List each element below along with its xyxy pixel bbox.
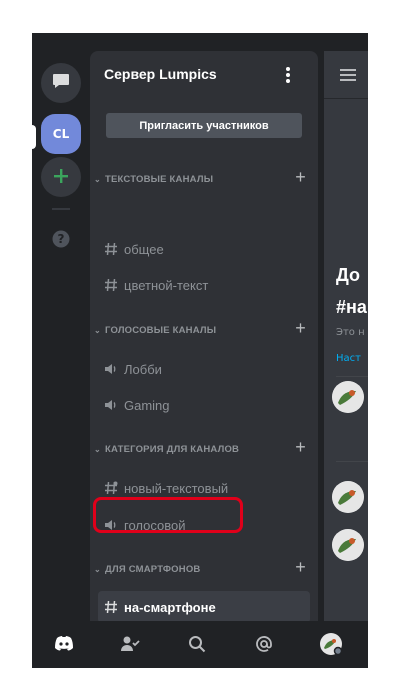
channel-label: голосовой	[124, 517, 186, 533]
channel-label: новый-текстовый	[124, 480, 229, 496]
bottom-navigation	[32, 621, 368, 668]
category-label: Текстовые каналы	[105, 173, 214, 185]
hash-icon	[104, 600, 120, 614]
hash-icon	[104, 242, 120, 256]
speaker-icon	[104, 398, 120, 412]
chat-area-peek: До #на Это н Наст	[324, 51, 368, 621]
speaker-icon	[104, 362, 120, 376]
category-label: Категория для каналов	[105, 443, 240, 455]
phone-screen: CL ? Сервер Lumpics Пригласить участнико…	[32, 33, 368, 668]
add-server-button[interactable]	[41, 157, 81, 197]
chat-bubble-icon	[52, 73, 70, 93]
channel-label: общее	[124, 241, 164, 257]
category-label: Голосовые каналы	[105, 324, 217, 336]
channel-label: Лобби	[124, 361, 162, 377]
chat-divider	[324, 98, 368, 99]
help-button[interactable]: ?	[41, 221, 81, 261]
server-icon-cl[interactable]: CL	[41, 114, 81, 154]
channel-lobbi[interactable]: Лобби	[98, 353, 310, 385]
server-menu-icon[interactable]	[286, 67, 292, 83]
direct-messages-button[interactable]	[41, 63, 81, 103]
invite-members-button[interactable]: Пригласить участников	[106, 113, 302, 138]
locked-speaker-icon	[104, 518, 120, 532]
chevron-down-icon: ⌄	[94, 325, 101, 335]
locked-hash-icon	[104, 481, 120, 495]
hamburger-menu-icon[interactable]	[340, 69, 356, 84]
discord-home-icon[interactable]	[53, 633, 75, 655]
hash-icon	[104, 278, 120, 292]
chevron-down-icon: ⌄	[94, 564, 101, 574]
user-avatar[interactable]	[332, 381, 364, 413]
welcome-subtitle: Это н	[336, 327, 365, 338]
friends-icon[interactable]	[119, 633, 141, 655]
category-voice-channels[interactable]: ⌄ Голосовые каналы +	[94, 318, 308, 340]
welcome-title: До	[336, 265, 361, 285]
channel-gaming[interactable]: Gaming	[98, 389, 310, 421]
add-server-icon	[54, 168, 68, 187]
channel-label: цветной-текст	[124, 277, 209, 293]
category-smartphones[interactable]: ⌄ Для смартфонов +	[94, 557, 308, 579]
channel-list-panel: Сервер Lumpics Пригласить участников ⌄ Т…	[90, 51, 318, 621]
add-channel-icon[interactable]: +	[295, 167, 306, 188]
category-text-channels[interactable]: ⌄ Текстовые каналы +	[94, 167, 308, 189]
add-channel-icon[interactable]: +	[295, 318, 306, 339]
svg-text:?: ?	[58, 232, 65, 246]
user-avatar[interactable]	[332, 481, 364, 513]
search-icon[interactable]	[186, 633, 208, 655]
channel-tsvetnoy-tekst[interactable]: цветной-текст	[98, 269, 310, 301]
channel-na-smartfone[interactable]: на-смартфоне	[98, 591, 310, 621]
add-channel-icon[interactable]: +	[295, 437, 306, 458]
channel-label: Gaming	[124, 397, 170, 413]
chevron-down-icon: ⌄	[94, 444, 101, 454]
server-initials: CL	[52, 127, 70, 141]
server-rail: CL ?	[32, 33, 90, 621]
chevron-down-icon: ⌄	[94, 174, 101, 184]
settings-link[interactable]: Наст	[336, 353, 361, 364]
user-avatar[interactable]	[320, 633, 342, 655]
chat-separator	[336, 461, 368, 462]
help-icon: ?	[52, 230, 70, 252]
category-kategoriya[interactable]: ⌄ Категория для каналов +	[94, 437, 308, 459]
welcome-channel-title: #на	[336, 297, 367, 317]
server-name[interactable]: Сервер Lumpics	[104, 66, 217, 82]
category-label: Для смартфонов	[105, 563, 201, 575]
channel-label: на-смартфоне	[124, 599, 216, 615]
channel-novyy-tekstovyy[interactable]: новый-текстовый	[98, 472, 310, 504]
mentions-icon[interactable]	[253, 633, 275, 655]
add-channel-icon[interactable]: +	[295, 557, 306, 578]
user-avatar[interactable]	[332, 529, 364, 561]
chat-separator	[336, 376, 368, 377]
channel-golosovoy[interactable]: голосовой	[98, 509, 310, 541]
channel-obshchee[interactable]: общее	[98, 233, 310, 265]
selected-server-indicator	[32, 125, 36, 149]
rail-separator	[52, 208, 70, 210]
